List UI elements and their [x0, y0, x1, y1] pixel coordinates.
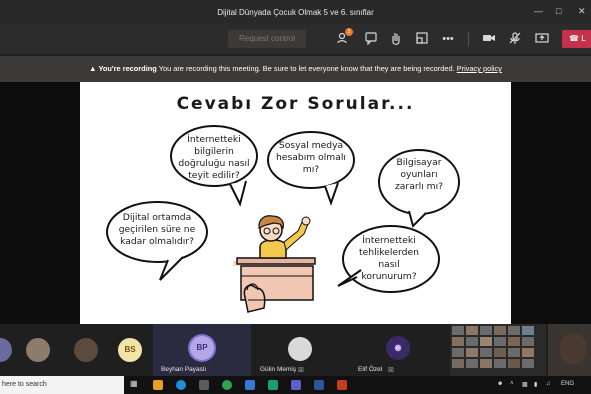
participant-tile-gulin[interactable]: Gülin Memiş ☒ [254, 324, 342, 376]
participant-tile[interactable] [20, 324, 64, 376]
microphone-muted-icon[interactable] [507, 31, 523, 47]
participant-tile-bs[interactable]: BS [112, 324, 152, 376]
gallery-thumbnails [452, 326, 534, 368]
maximize-icon[interactable]: □ [556, 6, 561, 16]
battery-icon[interactable]: ▮ [534, 381, 537, 388]
mail-icon[interactable] [245, 380, 255, 390]
word-icon[interactable] [314, 380, 324, 390]
self-video-tile[interactable] [548, 324, 591, 376]
taskbar: here to search ▦ ☻ ˄ ▩ ▮ ♫ ENG [0, 376, 591, 394]
share-screen-icon[interactable] [534, 31, 550, 47]
shared-screen: Cevabı Zor Sorular... İnternetteki bilgi… [0, 82, 591, 324]
volume-icon[interactable]: ♫ [546, 381, 551, 387]
participant-tile[interactable] [68, 324, 108, 376]
title-bar: Dijital Dünyada Çocuk Olmak 5 ve 6. sını… [0, 0, 591, 24]
breakout-rooms-icon[interactable] [414, 31, 430, 47]
avatar [288, 337, 312, 361]
window-title: Dijital Dünyada Çocuk Olmak 5 ve 6. sını… [217, 8, 374, 17]
toolbar-divider [468, 32, 469, 46]
avatar: ◉ [386, 336, 410, 360]
participant-tile-beyhan[interactable]: BP Beyhan Payaslı [153, 324, 251, 376]
recording-banner: ▲ You're recording You are recording thi… [0, 56, 591, 82]
chat-icon[interactable] [363, 31, 379, 47]
participant-name: Gülin Memiş [260, 366, 297, 373]
bubble-text-2: Sosyal medya hesabım olmalı mı? [275, 140, 346, 175]
mic-muted-icon: ☒ [298, 367, 304, 374]
close-icon[interactable]: ✕ [578, 6, 586, 17]
participant-name: Elif Özel [358, 366, 383, 373]
bubble-text-4: Dijital ortamda geçirilen süre ne kadar … [118, 212, 196, 247]
powerpoint-icon[interactable] [337, 380, 347, 390]
recording-label: You're recording [98, 64, 157, 73]
request-control-button[interactable]: Request control [228, 30, 306, 48]
leave-button[interactable]: ☎ L [562, 30, 591, 48]
hang-up-icon: ☎ [569, 34, 579, 43]
teams-icon[interactable] [291, 380, 301, 390]
privacy-policy-link[interactable]: Privacy policy [457, 64, 502, 73]
participants-icon[interactable]: 1 [336, 28, 353, 47]
task-view-icon[interactable]: ▦ [130, 379, 140, 389]
bubble-text-3: Bilgisayar oyunları zararlı mı? [394, 157, 444, 192]
camera-icon[interactable] [481, 31, 497, 47]
language-indicator[interactable]: ENG [561, 381, 574, 387]
more-options-icon[interactable]: ••• [440, 31, 456, 47]
participant-strip: BS BP Beyhan Payaslı Gülin Memiş ☒ ◉ Eli… [0, 324, 591, 376]
avatar-bp: BP [190, 336, 214, 360]
chrome-icon[interactable] [222, 380, 232, 390]
participants-badge: 1 [345, 28, 353, 36]
edge-icon[interactable] [176, 380, 186, 390]
info-icon: ▲ [89, 64, 97, 73]
gallery-overflow-tile[interactable] [450, 324, 546, 376]
store-icon[interactable] [199, 380, 209, 390]
chevron-up-icon[interactable]: ˄ [510, 381, 514, 387]
network-icon[interactable]: ▩ [522, 381, 528, 388]
student-illustration [233, 215, 316, 313]
participant-name: Beyhan Payaslı [161, 366, 207, 373]
raise-hand-icon[interactable] [388, 31, 404, 47]
people-icon[interactable]: ☻ [497, 381, 503, 387]
minimize-icon[interactable]: — [534, 6, 543, 16]
avatar [74, 338, 98, 362]
avatar [26, 338, 50, 362]
participant-tile-elif[interactable]: ◉ Elif Özel ☒ [346, 324, 444, 376]
avatar-bs: BS [118, 338, 142, 362]
taskbar-search[interactable]: here to search [0, 376, 124, 394]
bubble-text-5: İnternetteki tehlikelerden nasıl korunur… [359, 235, 419, 282]
mic-muted-icon: ☒ [388, 367, 394, 374]
file-explorer-icon[interactable] [153, 380, 163, 390]
presentation-slide: Cevabı Zor Sorular... İnternetteki bilgi… [80, 82, 511, 324]
slide-drawing [106, 125, 460, 313]
bubble-text-1: İnternetteki bilgilerin doğruluğu nasıl … [178, 134, 250, 181]
meeting-toolbar: Request control 1 ••• ☎ L [0, 24, 591, 54]
avatar [0, 338, 12, 362]
participant-tile[interactable] [0, 324, 14, 376]
app-icon[interactable] [268, 380, 278, 390]
avatar [560, 334, 586, 364]
recording-message: You are recording this meeting. Be sure … [158, 64, 455, 73]
